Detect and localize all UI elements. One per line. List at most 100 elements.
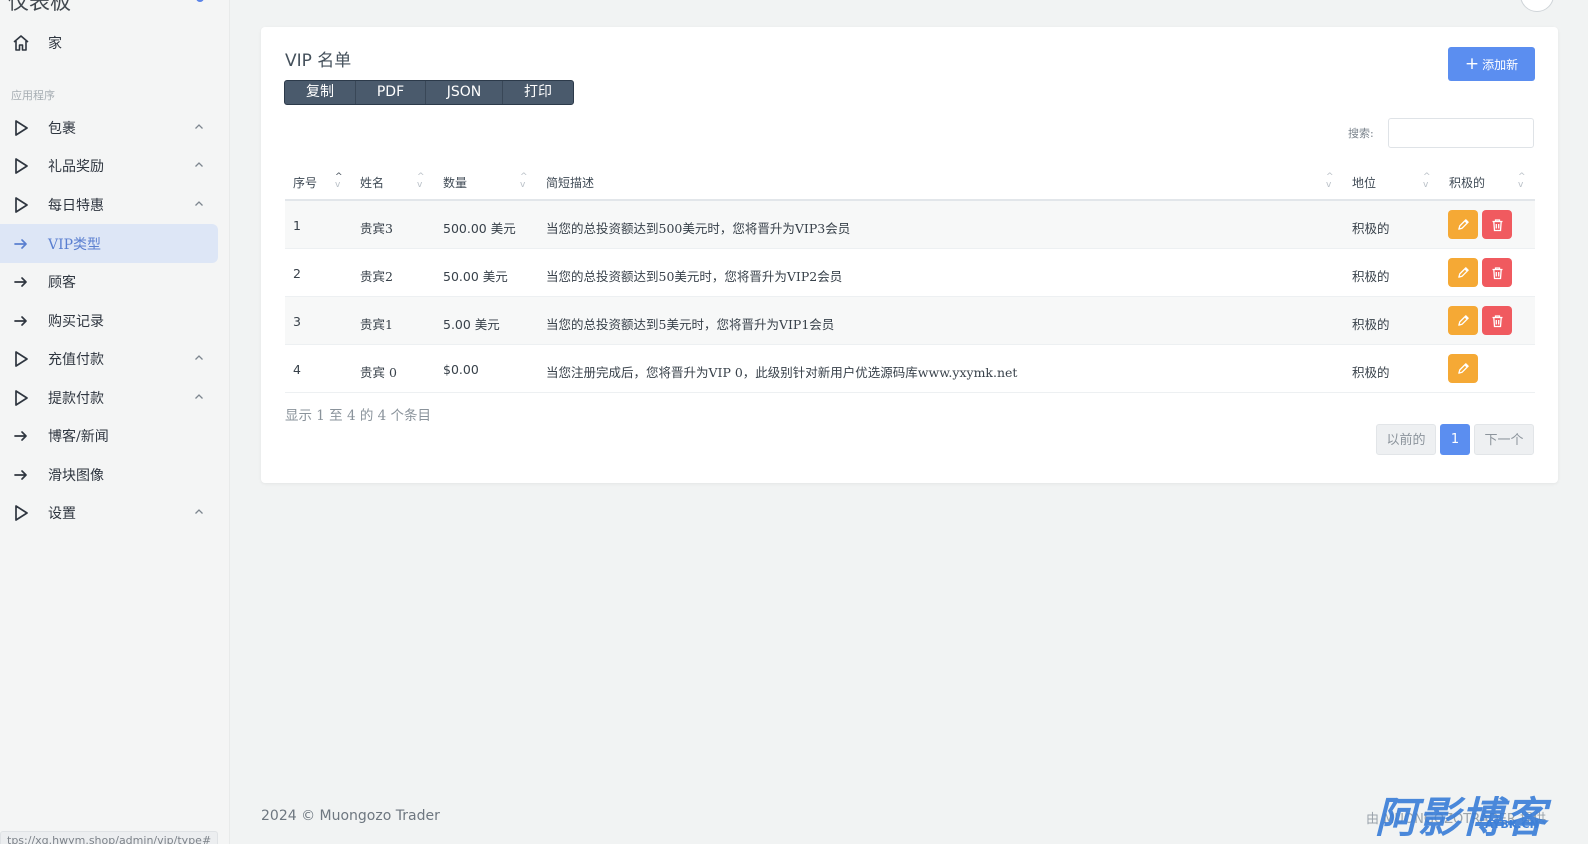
page-1-button[interactable]: 1	[1440, 424, 1470, 455]
sort-icon[interactable]: ^ v	[520, 173, 528, 190]
sidebar-item-label: 顾客	[48, 274, 76, 291]
table-row: 1 贵宾3 500.00 美元 当您的总投资额达到500美元时，您将晋升为VIP3会员…	[285, 201, 1535, 249]
column-header-status[interactable]: 地位	[1352, 174, 1376, 191]
edit-button[interactable]	[1448, 306, 1478, 335]
watermark-sub: AYBK.CN	[1485, 818, 1539, 831]
footer-copyright: 2024 © Muongozo Trader	[261, 808, 440, 824]
table-header: 序号 ^ v 姓名 ^ v 数量 ^ v 简短描述 ^ v 地位 ^ v 积极的 ^ v	[285, 164, 1535, 201]
home-icon	[11, 33, 31, 53]
column-header-active[interactable]: 积极的	[1449, 174, 1485, 191]
sidebar-item-label: 设置	[48, 505, 76, 522]
chevron-up-icon[interactable]	[193, 391, 207, 405]
delete-button[interactable]	[1482, 258, 1512, 287]
chevron-up-icon[interactable]	[193, 506, 207, 520]
edit-button[interactable]	[1448, 354, 1478, 383]
sidebar-item-label: 每日特惠	[48, 197, 104, 214]
sort-icon[interactable]: ^ v	[1326, 173, 1334, 190]
brand-title: 仪表板	[8, 0, 71, 14]
table-row: 2 贵宾2 50.00 美元 当您的总投资额达到50美元时，您将晋升为VIP2会员 积极…	[285, 249, 1535, 297]
sidebar-item-4[interactable]: 顾客	[0, 262, 218, 301]
edit-button[interactable]	[1448, 210, 1478, 239]
cell-no: 1	[293, 218, 301, 233]
play-triangle-icon	[11, 156, 31, 176]
cell-no: 2	[293, 266, 301, 281]
cell-amount: 500.00 美元	[443, 221, 516, 236]
export-button-group: 复制 PDF JSON 打印	[284, 80, 574, 105]
pagination: 以前的 1 下一个	[1376, 424, 1534, 455]
cell-name: 贵宾2	[360, 269, 393, 284]
add-new-button[interactable]: + 添加新	[1448, 47, 1535, 81]
delete-button[interactable]	[1482, 210, 1512, 239]
sidebar-item-label: 充值付款	[48, 351, 104, 368]
table-info: 显示 1 至 4 的 4 个条目	[285, 408, 432, 424]
sort-icon[interactable]: ^ v	[1423, 173, 1431, 190]
table-body: 1 贵宾3 500.00 美元 当您的总投资额达到500美元时，您将晋升为VIP3会员…	[285, 201, 1535, 393]
chevron-up-icon[interactable]	[193, 198, 207, 212]
arrow-right-icon	[11, 311, 31, 331]
sidebar-item-label: 滑块图像	[48, 467, 104, 484]
sidebar-item-3[interactable]: VIP类型	[0, 224, 218, 263]
chevron-up-icon[interactable]	[193, 121, 207, 135]
page-title: VIP 名单	[285, 51, 352, 71]
sort-icon[interactable]: ^ v	[1518, 173, 1526, 190]
pencil-icon	[1457, 266, 1470, 279]
table-row: 4 贵宾 0 $0.00 当您注册完成后，您将晋升为VIP 0，此级别针对新用户优选源…	[285, 345, 1535, 393]
sidebar-item-home[interactable]: 家	[0, 23, 218, 62]
sidebar-item-label: 博客/新闻	[48, 428, 109, 445]
sidebar-toggle-icon[interactable]	[196, 0, 204, 2]
copy-button[interactable]: 复制	[285, 81, 356, 104]
cell-description: 当您的总投资额达到50美元时，您将晋升为VIP2会员	[546, 269, 843, 284]
search-label: 搜索:	[1348, 127, 1374, 140]
sidebar: 仪表板 家 应用程序 包裹礼品奖励每日特惠 VIP类型顾客购买记录充值付款提款付款…	[0, 0, 230, 844]
table-row: 3 贵宾1 5.00 美元 当您的总投资额达到5美元时，您将晋升为VIP1会员 积极的	[285, 297, 1535, 345]
cell-description: 当您的总投资额达到500美元时，您将晋升为VIP3会员	[546, 221, 851, 236]
delete-button[interactable]	[1482, 306, 1512, 335]
prev-page-button[interactable]: 以前的	[1376, 424, 1436, 455]
column-header-description[interactable]: 简短描述	[546, 174, 594, 191]
sort-icon[interactable]: ^ v	[335, 173, 343, 190]
cell-amount: $0.00	[443, 362, 479, 377]
cell-no: 3	[293, 314, 301, 329]
sidebar-item-label: 提款付款	[48, 390, 104, 407]
sidebar-item-label: 家	[48, 35, 62, 52]
sidebar-item-10[interactable]: 设置	[0, 493, 218, 532]
column-header-no[interactable]: 序号	[293, 174, 317, 191]
play-triangle-icon	[11, 503, 31, 523]
section-label: 应用程序	[11, 89, 55, 102]
sidebar-item-7[interactable]: 提款付款	[0, 378, 218, 417]
column-header-name[interactable]: 姓名	[360, 174, 384, 191]
pencil-icon	[1457, 362, 1470, 375]
trash-icon	[1491, 218, 1504, 232]
cell-status: 积极的	[1352, 365, 1390, 380]
trash-icon	[1491, 314, 1504, 328]
sidebar-item-6[interactable]: 充值付款	[0, 339, 218, 378]
sidebar-item-5[interactable]: 购买记录	[0, 301, 218, 340]
pdf-button[interactable]: PDF	[356, 81, 426, 104]
search-input[interactable]	[1388, 118, 1534, 148]
pencil-icon	[1457, 314, 1470, 327]
cell-description: 当您注册完成后，您将晋升为VIP 0，此级别针对新用户优选源码库www.yxym…	[546, 365, 1018, 380]
sidebar-item-8[interactable]: 博客/新闻	[0, 416, 218, 455]
json-button[interactable]: JSON	[426, 81, 503, 104]
sidebar-item-9[interactable]: 滑块图像	[0, 455, 218, 494]
print-button[interactable]: 打印	[503, 81, 573, 104]
sidebar-item-label: VIP类型	[48, 236, 102, 253]
play-triangle-icon	[11, 195, 31, 215]
play-triangle-icon	[11, 349, 31, 369]
cell-amount: 5.00 美元	[443, 317, 500, 332]
column-header-amount[interactable]: 数量	[443, 174, 467, 191]
sidebar-item-0[interactable]: 包裹	[0, 108, 218, 147]
edit-button[interactable]	[1448, 258, 1478, 287]
sidebar-item-2[interactable]: 每日特惠	[0, 185, 218, 224]
sidebar-item-1[interactable]: 礼品奖励	[0, 146, 218, 185]
sidebar-item-label: 购买记录	[48, 313, 104, 330]
chevron-up-icon[interactable]	[193, 352, 207, 366]
cell-status: 积极的	[1352, 269, 1390, 284]
chevron-up-icon[interactable]	[193, 159, 207, 173]
sort-icon[interactable]: ^ v	[417, 173, 425, 190]
arrow-right-icon	[11, 465, 31, 485]
user-menu-button[interactable]	[1520, 0, 1554, 12]
sidebar-item-label: 包裹	[48, 120, 76, 137]
next-page-button[interactable]: 下一个	[1474, 424, 1534, 455]
vip-list-card: VIP 名单 复制 PDF JSON 打印 + 添加新 搜索: 序号 ^ v 姓名…	[261, 27, 1558, 483]
